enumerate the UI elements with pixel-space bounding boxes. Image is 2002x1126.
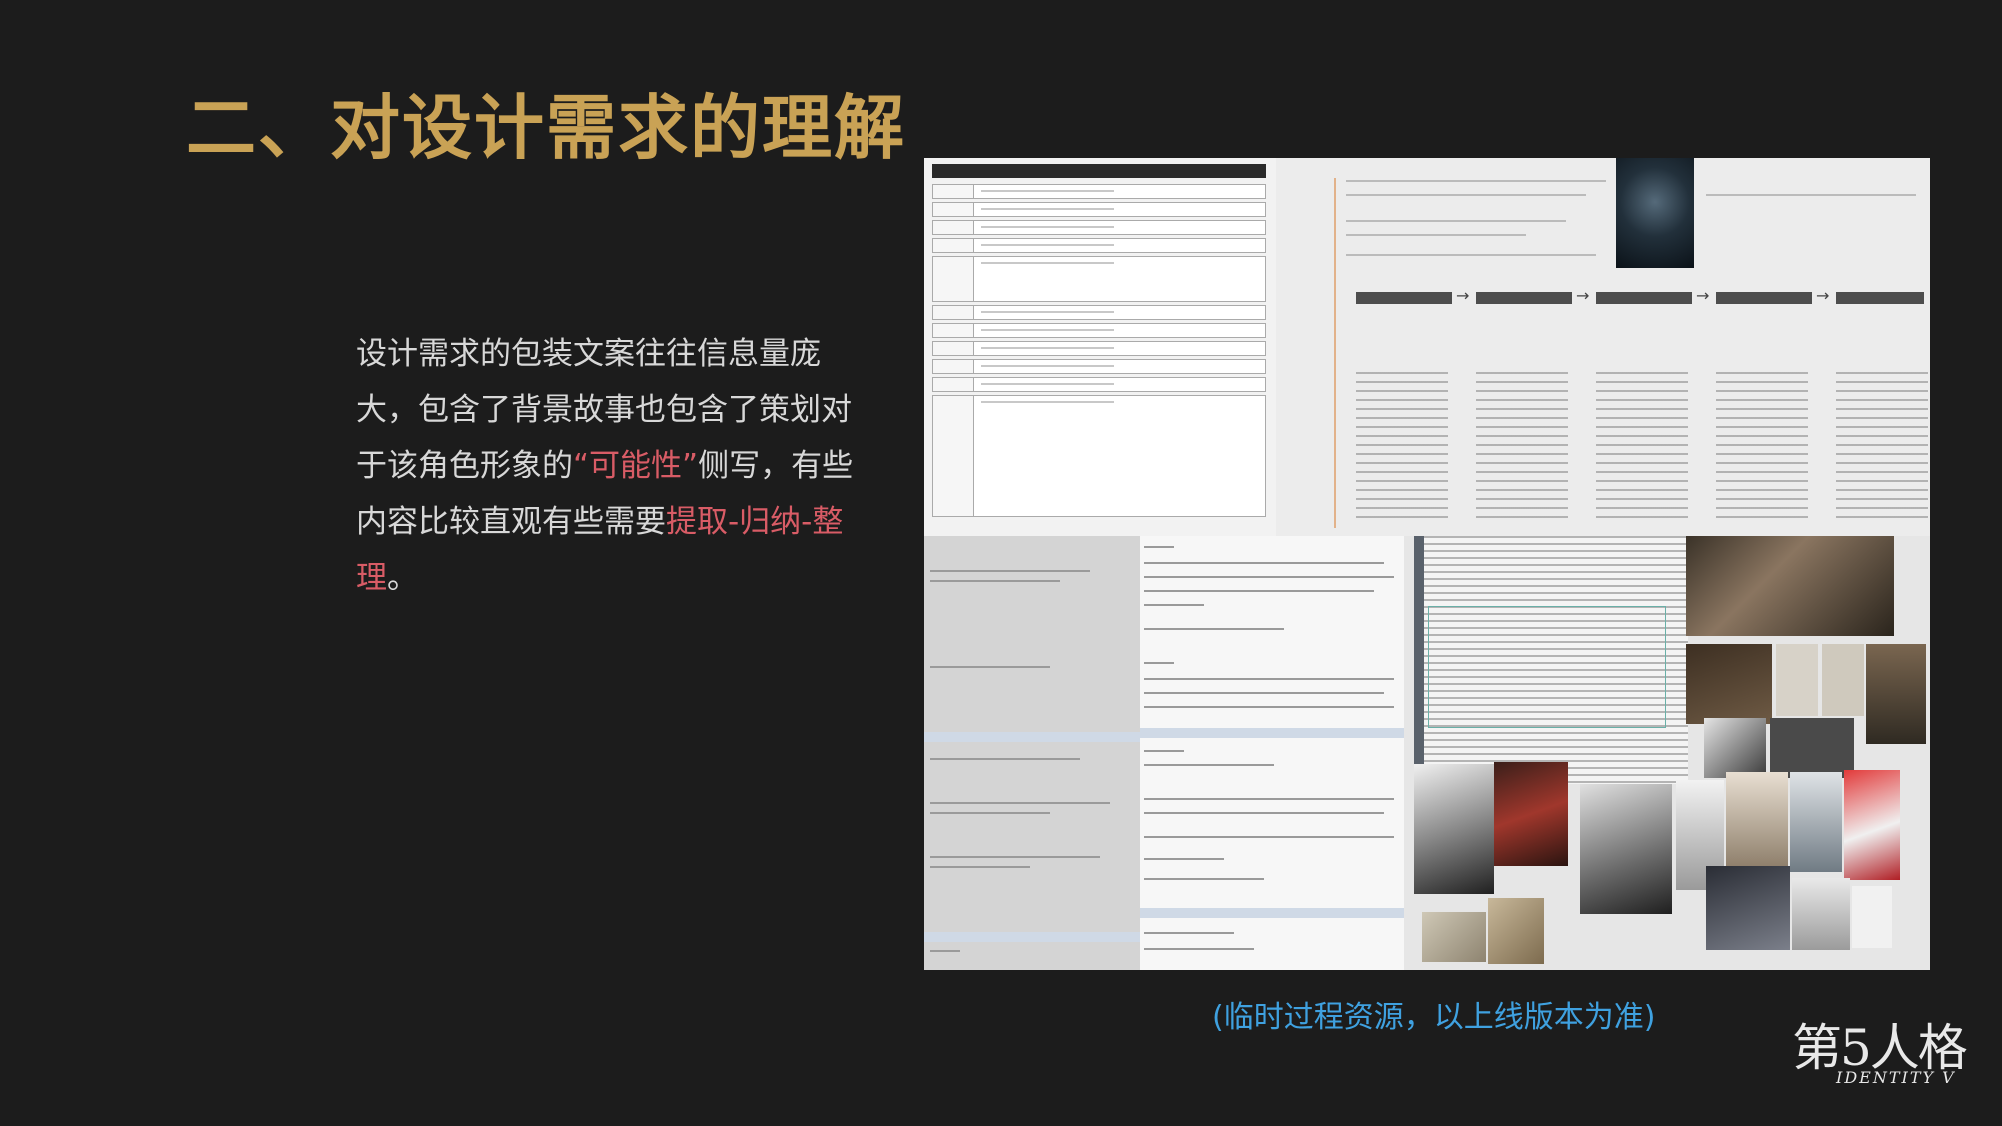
doc-text-line — [1144, 590, 1374, 592]
reference-creature-sketch — [1704, 718, 1766, 778]
flow-step — [1836, 292, 1924, 304]
flow-step — [1716, 292, 1812, 304]
spec-doc-middle-panel — [1140, 536, 1404, 970]
flow-column-text — [1716, 372, 1808, 522]
doc-text-line — [1144, 750, 1184, 752]
caption-note: (临时过程资源，以上线版本为准) — [1212, 1000, 1656, 1035]
flow-column-text — [1356, 372, 1448, 522]
sheet-row — [932, 359, 1266, 374]
doc-text-line — [930, 758, 1080, 760]
flow-divider — [1334, 178, 1336, 528]
reference-red-character-art — [1844, 770, 1900, 880]
reference-photo-objects — [1866, 644, 1926, 744]
sheet-row — [932, 305, 1266, 320]
reference-beast-art — [1494, 762, 1568, 866]
logo-english: IDENTITY V — [1836, 1068, 1956, 1087]
sheet-row — [932, 238, 1266, 253]
character-sheet-panel — [924, 158, 1276, 536]
flow-text-line — [1346, 254, 1596, 256]
page-title: 二、对设计需求的理解 — [186, 87, 906, 169]
reference-creature-art — [1580, 784, 1672, 914]
doc-text-line — [1144, 764, 1274, 766]
arrow-right-icon: → — [1696, 286, 1710, 305]
arrow-right-icon: → — [1456, 286, 1470, 305]
doc-text-line — [930, 856, 1100, 858]
doc-text-line — [1144, 836, 1394, 838]
doc-text-line — [930, 802, 1110, 804]
doc-text-line — [930, 950, 960, 952]
highlight-possibility: “可能性” — [573, 448, 699, 484]
character-art-thumbnail — [1616, 158, 1694, 268]
reference-werewolf-art — [1414, 764, 1494, 894]
reference-lantern — [1776, 644, 1818, 716]
doc-text-line — [1144, 858, 1224, 860]
notes-highlight-box — [1428, 606, 1666, 728]
arrow-right-icon: → — [1576, 286, 1590, 305]
reference-dark-photo — [1770, 718, 1854, 778]
arrow-right-icon: → — [1816, 286, 1830, 305]
doc-section-band — [1140, 908, 1404, 918]
doc-text-line — [1144, 932, 1234, 934]
doc-text-line — [930, 580, 1060, 582]
doc-text-line — [1144, 662, 1174, 664]
slide: 二、对设计需求的理解 设计需求的包装文案往往信息量庞大，包含了背景故事也包含了策… — [0, 0, 2002, 1126]
identity-v-logo: 第5人格 IDENTITY V — [1792, 1008, 1972, 1092]
flow-text-line — [1346, 194, 1586, 196]
spec-doc-left-panel — [924, 536, 1140, 970]
doc-text-line — [930, 866, 1030, 868]
flow-column-text — [1836, 372, 1928, 522]
flow-step — [1596, 292, 1692, 304]
doc-text-line — [1144, 798, 1394, 800]
flow-column-text — [1476, 372, 1568, 522]
reference-sketch — [1852, 886, 1892, 948]
reference-wolf-art — [1792, 878, 1850, 950]
doc-text-line — [930, 570, 1090, 572]
reference-engraving — [1422, 912, 1486, 962]
doc-text-line — [1144, 692, 1384, 694]
sheet-row — [932, 220, 1266, 235]
doc-section-band — [924, 932, 1140, 942]
doc-text-line — [1144, 678, 1394, 680]
doc-text-line — [1144, 812, 1384, 814]
doc-text-line — [1144, 706, 1394, 708]
flow-text-line — [1706, 194, 1916, 196]
sheet-row — [932, 256, 1266, 302]
reference-photo-portraits — [1686, 536, 1894, 636]
doc-text-line — [1144, 562, 1384, 564]
reference-wolf-sketch — [1726, 772, 1788, 872]
sheet-header-bar — [932, 164, 1266, 178]
doc-text-line — [1144, 546, 1174, 548]
doc-text-line — [1144, 576, 1394, 578]
mood-board-panel — [1404, 536, 1930, 970]
doc-section-band — [1140, 728, 1404, 738]
doc-text-line — [1144, 628, 1284, 630]
flow-step — [1356, 292, 1452, 304]
flow-text-line — [1346, 180, 1606, 182]
sheet-row — [932, 323, 1266, 338]
doc-text-line — [930, 812, 1050, 814]
reference-lantern — [1822, 644, 1864, 716]
reference-wolf-art — [1706, 866, 1790, 950]
flow-column-text — [1596, 372, 1688, 522]
body-text-part3: 。 — [387, 560, 418, 596]
reference-engraving — [1488, 898, 1544, 964]
sheet-row — [932, 202, 1266, 217]
reference-wolf-sketch — [1790, 772, 1842, 872]
flow-text-line — [1346, 220, 1566, 222]
reference-collage: → → → → — [924, 158, 1930, 970]
flow-step — [1476, 292, 1572, 304]
doc-text-line — [930, 666, 1050, 668]
doc-text-line — [1144, 948, 1254, 950]
sheet-row — [932, 184, 1266, 199]
sheet-row — [932, 395, 1266, 517]
sheet-row — [932, 341, 1266, 356]
doc-text-line — [1144, 878, 1264, 880]
body-paragraph: 设计需求的包装文案往往信息量庞大，包含了背景故事也包含了策划对于该角色形象的“可… — [356, 326, 856, 606]
reference-photo-figures — [1686, 644, 1772, 724]
sheet-row — [932, 377, 1266, 392]
story-flow-panel: → → → → — [1276, 158, 1930, 536]
doc-section-band — [924, 732, 1140, 742]
doc-text-line — [1144, 604, 1204, 606]
flow-text-line — [1346, 234, 1526, 236]
